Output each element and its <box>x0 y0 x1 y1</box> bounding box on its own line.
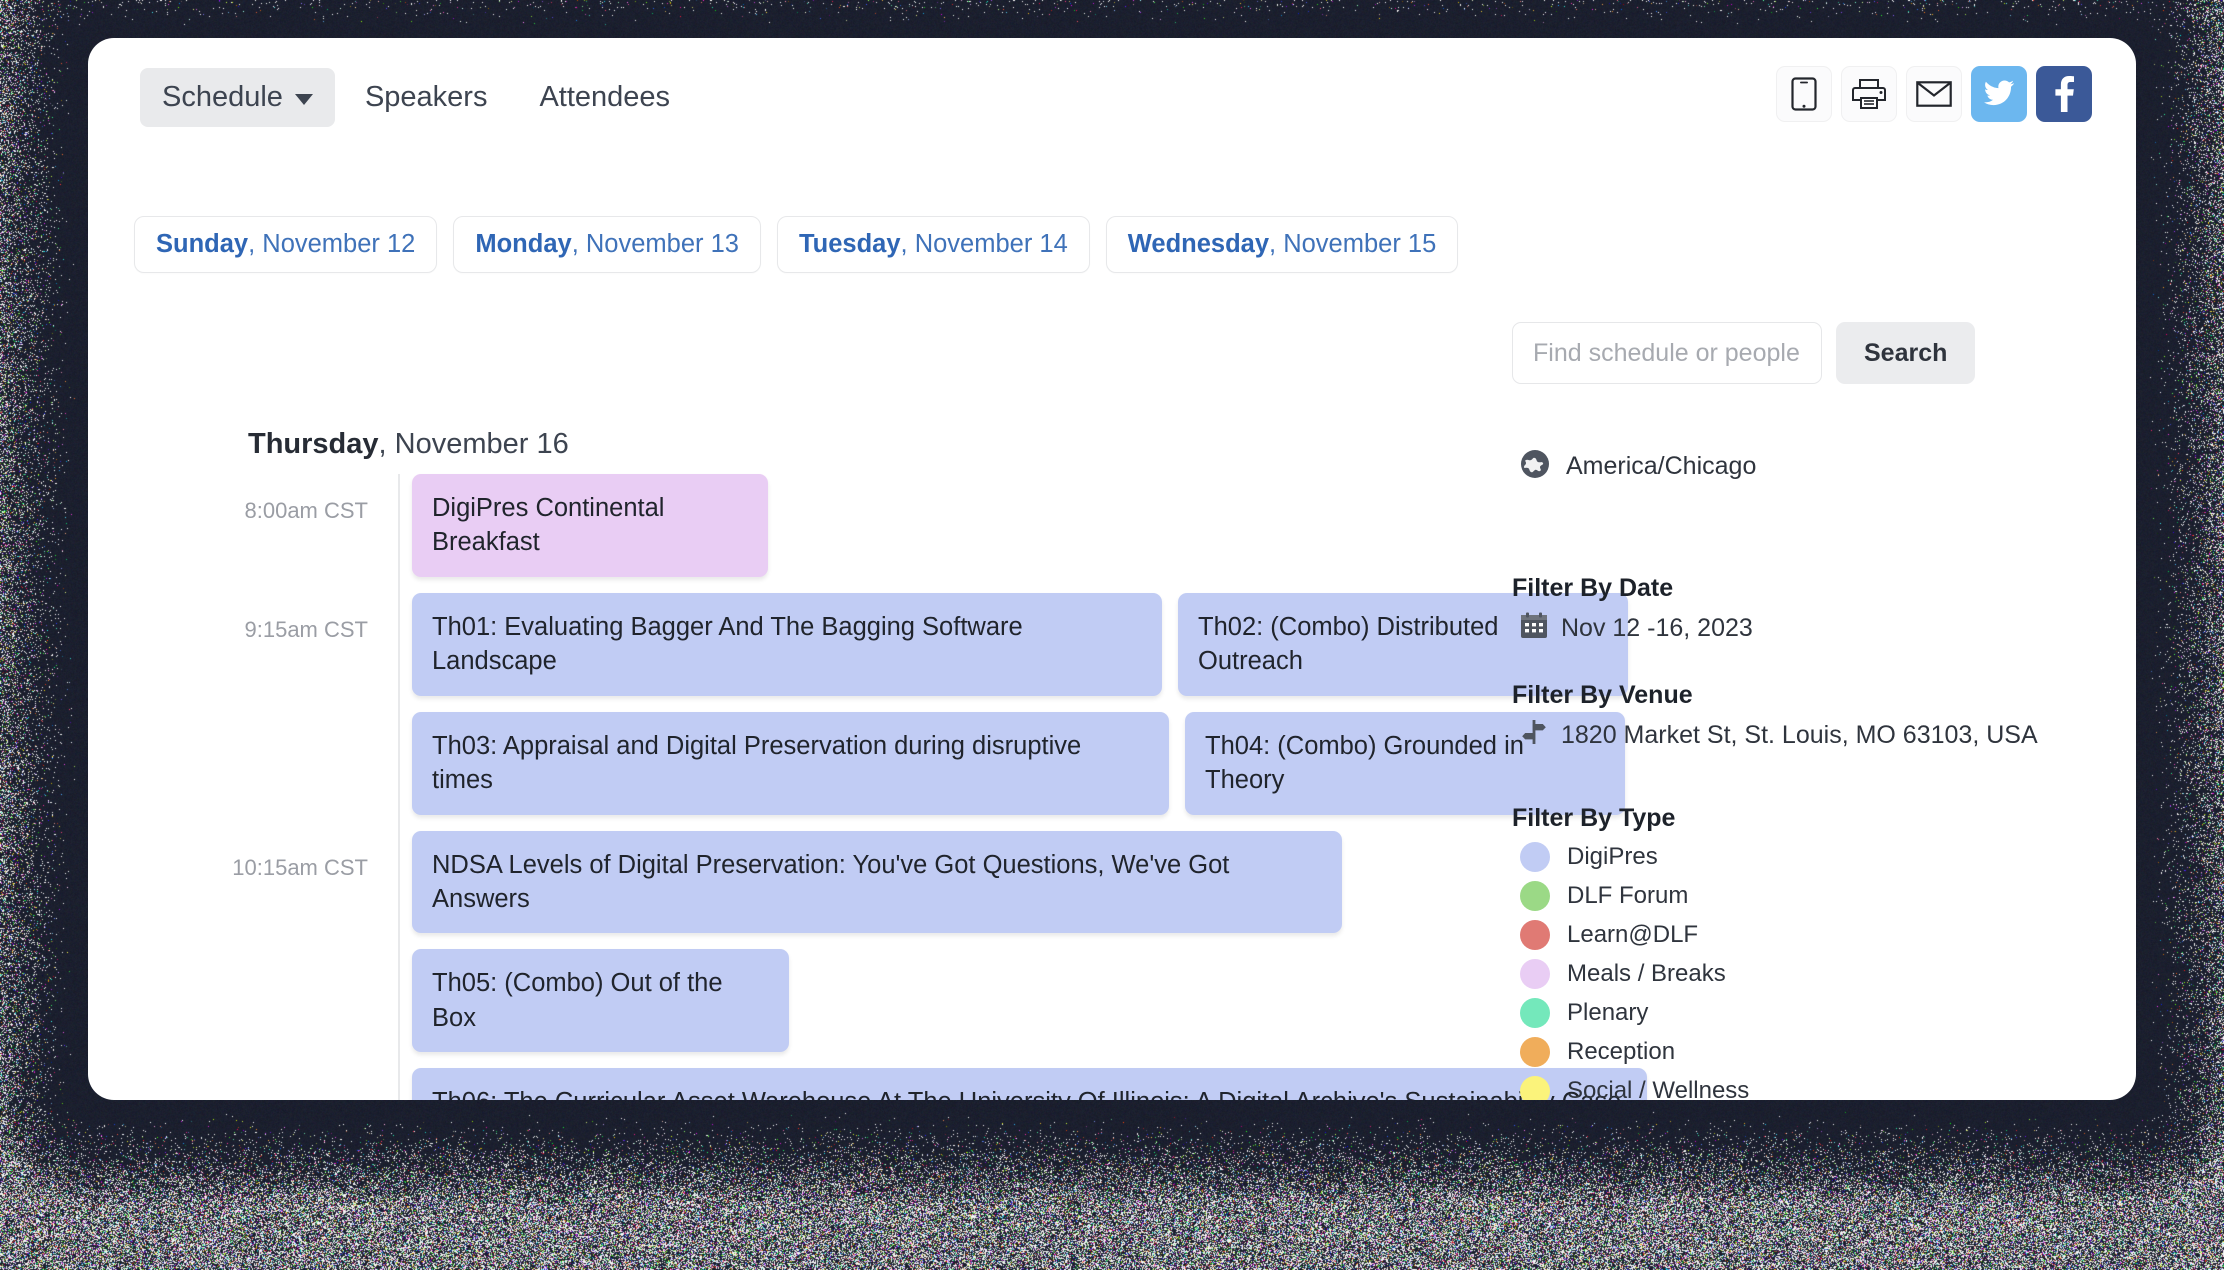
filter-type-label: Meals / Breaks <box>1567 960 1726 988</box>
filter-by-date-block: Filter By Date Nov 12 -16, 2023 <box>1512 574 1753 646</box>
print-icon[interactable] <box>1841 66 1897 122</box>
filter-type-item-dlf-forum[interactable]: DLF Forum <box>1512 881 1749 911</box>
slot-time-label: 8:00am CST <box>134 474 384 593</box>
filter-type-label: Social / Wellness <box>1567 1077 1749 1100</box>
nav-tab-label: Attendees <box>539 81 670 114</box>
session-card[interactable]: DigiPres Continental Breakfast <box>412 474 768 577</box>
slot-event-rows: DigiPres Continental Breakfast <box>384 474 1518 593</box>
facebook-icon[interactable] <box>2036 66 2092 122</box>
current-day-heading: Thursday, November 16 <box>248 428 569 461</box>
filter-type-item-reception[interactable]: Reception <box>1512 1037 1749 1067</box>
day-tab-list: Sunday, November 12 Monday, November 13 Tu… <box>134 216 1458 273</box>
chevron-down-icon <box>295 94 313 105</box>
day-tab-weekday: Sunday <box>156 230 248 258</box>
session-card[interactable]: Th01: Evaluating Bagger And The Bagging … <box>412 593 1162 696</box>
type-color-dot <box>1520 1076 1550 1100</box>
signpost-icon <box>1520 718 1548 753</box>
day-tab-monday[interactable]: Monday, November 13 <box>453 216 761 273</box>
schedule-slot: 9:15am CST Th01: Evaluating Bagger And Th… <box>134 593 1518 831</box>
event-row: Th03: Appraisal and Digital Preservation… <box>412 712 1628 815</box>
day-tab-sunday[interactable]: Sunday, November 12 <box>134 216 437 273</box>
filter-type-item-learn-dlf[interactable]: Learn@DLF <box>1512 920 1749 950</box>
schedule-grid: 8:00am CST DigiPres Continental Breakfast… <box>134 474 1518 1100</box>
search-input[interactable] <box>1512 322 1822 384</box>
type-color-dot <box>1520 881 1550 911</box>
search-row: Search <box>1512 322 1975 384</box>
filter-by-type-list: DigiPres DLF Forum Learn@DLF Meals / Breaks… <box>1512 842 1749 1100</box>
type-color-dot <box>1520 920 1550 950</box>
day-tab-date: , November 13 <box>572 230 739 258</box>
timezone-label: America/Chicago <box>1566 452 1756 481</box>
event-row: DigiPres Continental Breakfast <box>412 474 1518 577</box>
day-tab-wednesday[interactable]: Wednesday, November 15 <box>1106 216 1459 273</box>
event-row: NDSA Levels of Digital Preservation: You… <box>412 831 1647 934</box>
filter-type-label: DigiPres <box>1567 843 1658 871</box>
filter-by-venue-block: Filter By Venue 1820 Market St, St. Loui… <box>1512 681 2038 753</box>
filter-by-date-value-row[interactable]: Nov 12 -16, 2023 <box>1512 611 1753 646</box>
share-icon-group <box>1776 66 2092 122</box>
type-color-dot <box>1520 1037 1550 1067</box>
schedule-slot: 10:15am CST NDSA Levels of Digital Preser… <box>134 831 1518 1100</box>
filter-by-type-title: Filter By Type <box>1512 804 1749 833</box>
nav-tab-speakers[interactable]: Speakers <box>343 68 510 127</box>
event-row: Th05: (Combo) Out of the Box <box>412 949 1647 1052</box>
main-content-area: Sunday, November 12 Monday, November 13 Tu… <box>88 156 2136 1100</box>
email-icon[interactable] <box>1906 66 1962 122</box>
type-color-dot <box>1520 842 1550 872</box>
filter-by-date-title: Filter By Date <box>1512 574 1753 603</box>
filter-by-date-value: Nov 12 -16, 2023 <box>1561 614 1753 643</box>
filter-type-item-digipres[interactable]: DigiPres <box>1512 842 1749 872</box>
filter-type-label: DLF Forum <box>1567 882 1688 910</box>
filter-type-label: Reception <box>1567 1038 1675 1066</box>
nav-tab-list: Schedule Speakers Attendees <box>140 68 692 127</box>
schedule-slot: 8:00am CST DigiPres Continental Breakfast <box>134 474 1518 593</box>
day-tab-weekday: Tuesday <box>799 230 901 258</box>
nav-tab-label: Schedule <box>162 81 283 114</box>
filter-by-type-block: Filter By Type DigiPres DLF Forum Learn@DL… <box>1512 804 1749 1100</box>
day-tab-tuesday[interactable]: Tuesday, November 14 <box>777 216 1090 273</box>
slot-time-label: 10:15am CST <box>134 831 384 1100</box>
day-tab-date: , November 14 <box>901 230 1068 258</box>
slot-event-rows: Th01: Evaluating Bagger And The Bagging … <box>384 593 1628 831</box>
filter-by-venue-value-row[interactable]: 1820 Market St, St. Louis, MO 63103, USA <box>1512 718 2038 753</box>
day-tab-weekday: Wednesday <box>1128 230 1269 258</box>
filter-type-item-social-wellness[interactable]: Social / Wellness <box>1512 1076 1749 1100</box>
right-sidebar: Search America/Chicago Filter By Date No… <box>1512 274 2092 1100</box>
top-navigation-bar: Schedule Speakers Attendees <box>88 38 2136 156</box>
schedule-app-card: Schedule Speakers Attendees Sunday, Novemb… <box>88 38 2136 1100</box>
day-tab-date: , November 15 <box>1269 230 1436 258</box>
current-day-date: , November 16 <box>379 428 569 460</box>
mobile-icon[interactable] <box>1776 66 1832 122</box>
slot-time-label: 9:15am CST <box>134 593 384 831</box>
nav-tab-label: Speakers <box>365 81 488 114</box>
filter-type-label: Learn@DLF <box>1567 921 1698 949</box>
calendar-icon <box>1520 611 1548 646</box>
schedule-slot-list: 8:00am CST DigiPres Continental Breakfast… <box>134 474 1518 1100</box>
day-tab-weekday: Monday <box>475 230 571 258</box>
session-card[interactable]: Th03: Appraisal and Digital Preservation… <box>412 712 1169 815</box>
type-color-dot <box>1520 998 1550 1028</box>
nav-tab-schedule[interactable]: Schedule <box>140 68 335 127</box>
session-card[interactable]: Th05: (Combo) Out of the Box <box>412 949 789 1052</box>
timezone-row: America/Chicago <box>1520 449 1756 484</box>
session-card[interactable]: NDSA Levels of Digital Preservation: You… <box>412 831 1342 934</box>
filter-by-venue-value: 1820 Market St, St. Louis, MO 63103, USA <box>1561 721 2038 750</box>
filter-by-venue-title: Filter By Venue <box>1512 681 2038 710</box>
filter-type-item-plenary[interactable]: Plenary <box>1512 998 1749 1028</box>
type-color-dot <box>1520 959 1550 989</box>
filter-type-item-meals-breaks[interactable]: Meals / Breaks <box>1512 959 1749 989</box>
slot-event-rows: NDSA Levels of Digital Preservation: You… <box>384 831 1647 1100</box>
globe-icon <box>1520 449 1550 484</box>
search-button[interactable]: Search <box>1836 322 1975 384</box>
nav-tab-attendees[interactable]: Attendees <box>517 68 692 127</box>
session-card[interactable]: Th06: The Curricular Asset Warehouse At … <box>412 1068 1647 1100</box>
event-row: Th01: Evaluating Bagger And The Bagging … <box>412 593 1628 696</box>
twitter-icon[interactable] <box>1971 66 2027 122</box>
event-row: Th06: The Curricular Asset Warehouse At … <box>412 1068 1647 1100</box>
day-tab-date: , November 12 <box>248 230 415 258</box>
current-day-weekday: Thursday <box>248 428 379 460</box>
filter-type-label: Plenary <box>1567 999 1648 1027</box>
